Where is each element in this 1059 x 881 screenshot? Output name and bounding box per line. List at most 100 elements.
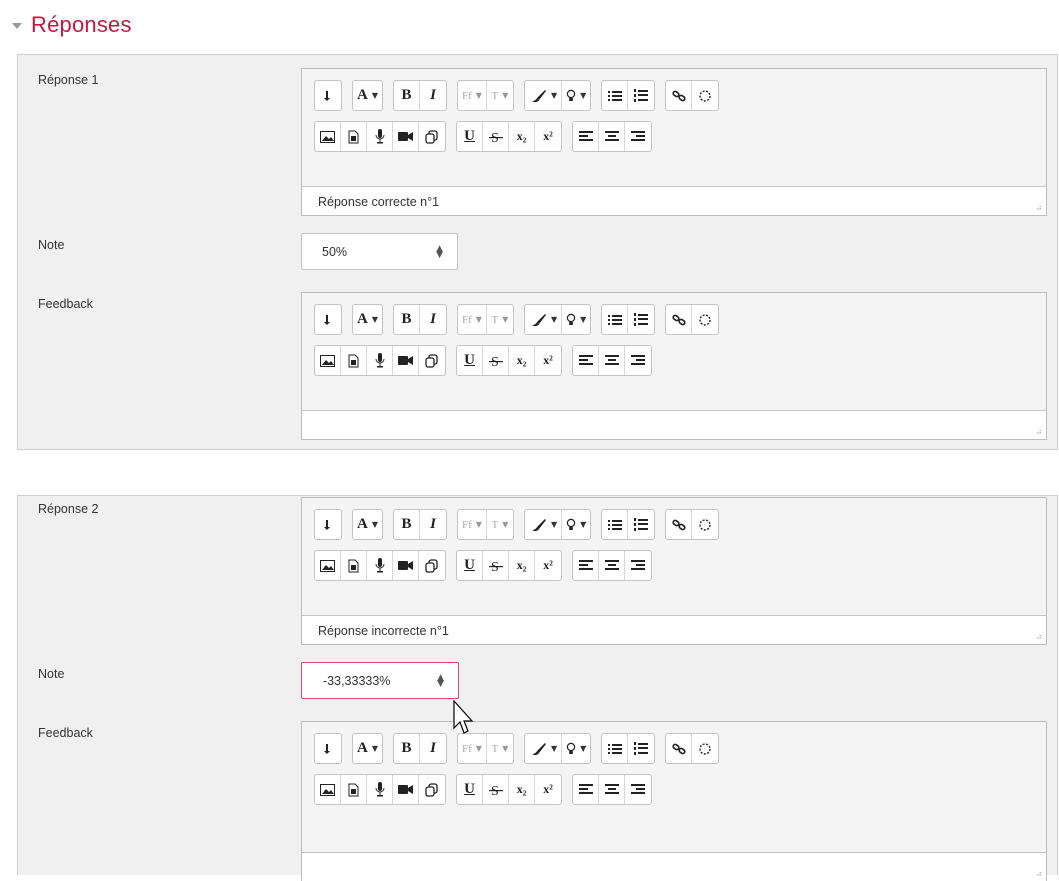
- superscript-button[interactable]: x²: [535, 775, 561, 804]
- bold-button[interactable]: B: [394, 734, 420, 763]
- media-icon[interactable]: [341, 346, 367, 375]
- style-brush-icon[interactable]: ▼: [525, 734, 563, 763]
- strikethrough-icon[interactable]: S: [483, 346, 509, 375]
- align-center-icon[interactable]: [599, 551, 625, 580]
- style-brush-icon[interactable]: ▼: [525, 81, 563, 110]
- strikethrough-icon[interactable]: S: [483, 775, 509, 804]
- resize-grip-icon[interactable]: ⠴: [1036, 869, 1042, 878]
- image-icon[interactable]: [315, 346, 341, 375]
- superscript-button[interactable]: x²: [535, 551, 561, 580]
- feedback-text-area[interactable]: ⠴: [302, 852, 1046, 881]
- manage-files-icon[interactable]: [419, 122, 445, 151]
- unlink-icon[interactable]: [692, 510, 718, 539]
- underline-button[interactable]: U: [457, 346, 483, 375]
- bulb-icon[interactable]: ▼: [562, 305, 590, 334]
- align-center-icon[interactable]: [599, 775, 625, 804]
- show-more-buttons-icon[interactable]: [315, 734, 341, 763]
- ordered-list-icon[interactable]: [628, 81, 654, 110]
- manage-files-icon[interactable]: [419, 551, 445, 580]
- answer-text-area[interactable]: Réponse correcte n°1 ⠴: [302, 186, 1046, 215]
- align-center-icon[interactable]: [599, 122, 625, 151]
- media-icon[interactable]: [341, 775, 367, 804]
- unlink-icon[interactable]: [692, 81, 718, 110]
- media-icon[interactable]: [341, 122, 367, 151]
- grade-select[interactable]: 50% ▲ ▼: [301, 233, 458, 270]
- style-brush-icon[interactable]: ▼: [525, 305, 563, 334]
- image-icon[interactable]: [315, 122, 341, 151]
- feedback-text-area[interactable]: ⠴: [302, 410, 1046, 439]
- video-icon[interactable]: [393, 346, 419, 375]
- microphone-icon[interactable]: [367, 551, 393, 580]
- feedback-editor[interactable]: A ▼ B I Ff ▼ T ▼ ▼ ▼ U Sx₂ x² ⠴: [301, 292, 1047, 440]
- align-left-icon[interactable]: [573, 551, 599, 580]
- font-color-button[interactable]: A ▼: [353, 734, 382, 763]
- font-family-button[interactable]: Ff ▼: [458, 81, 487, 110]
- subscript-button[interactable]: x₂: [509, 122, 535, 151]
- link-icon[interactable]: [666, 734, 693, 763]
- bold-button[interactable]: B: [394, 510, 420, 539]
- manage-files-icon[interactable]: [419, 775, 445, 804]
- link-icon[interactable]: [666, 510, 693, 539]
- show-more-buttons-icon[interactable]: [315, 510, 341, 539]
- ordered-list-icon[interactable]: [628, 734, 654, 763]
- unlink-icon[interactable]: [692, 734, 718, 763]
- link-icon[interactable]: [666, 81, 693, 110]
- video-icon[interactable]: [393, 551, 419, 580]
- align-left-icon[interactable]: [573, 122, 599, 151]
- font-family-button[interactable]: Ff ▼: [458, 510, 487, 539]
- italic-button[interactable]: I: [420, 734, 446, 763]
- align-right-icon[interactable]: [625, 122, 651, 151]
- strikethrough-icon[interactable]: S: [483, 551, 509, 580]
- microphone-icon[interactable]: [367, 122, 393, 151]
- subscript-button[interactable]: x₂: [509, 775, 535, 804]
- font-size-button[interactable]: T ▼: [487, 305, 513, 334]
- bulb-icon[interactable]: ▼: [562, 510, 590, 539]
- align-left-icon[interactable]: [573, 775, 599, 804]
- style-brush-icon[interactable]: ▼: [525, 510, 563, 539]
- font-size-button[interactable]: T ▼: [487, 510, 513, 539]
- superscript-button[interactable]: x²: [535, 346, 561, 375]
- grade-select[interactable]: -33,33333% ▲ ▼: [301, 662, 459, 699]
- font-size-button[interactable]: T ▼: [487, 81, 513, 110]
- resize-grip-icon[interactable]: ⠴: [1036, 427, 1042, 436]
- italic-button[interactable]: I: [420, 81, 446, 110]
- ordered-list-icon[interactable]: [628, 305, 654, 334]
- subscript-button[interactable]: x₂: [509, 551, 535, 580]
- unlink-icon[interactable]: [692, 305, 718, 334]
- align-center-icon[interactable]: [599, 346, 625, 375]
- feedback-editor[interactable]: A ▼ B I Ff ▼ T ▼ ▼ ▼ U Sx₂ x² ⠴: [301, 721, 1047, 881]
- strikethrough-icon[interactable]: S: [483, 122, 509, 151]
- unordered-list-icon[interactable]: [602, 305, 629, 334]
- collapse-caret-icon[interactable]: [12, 23, 22, 29]
- font-family-button[interactable]: Ff ▼: [458, 734, 487, 763]
- unordered-list-icon[interactable]: [602, 734, 629, 763]
- align-right-icon[interactable]: [625, 775, 651, 804]
- media-icon[interactable]: [341, 551, 367, 580]
- bulb-icon[interactable]: ▼: [562, 81, 590, 110]
- link-icon[interactable]: [666, 305, 693, 334]
- resize-grip-icon[interactable]: ⠴: [1036, 632, 1042, 641]
- microphone-icon[interactable]: [367, 775, 393, 804]
- underline-button[interactable]: U: [457, 551, 483, 580]
- italic-button[interactable]: I: [420, 510, 446, 539]
- subscript-button[interactable]: x₂: [509, 346, 535, 375]
- image-icon[interactable]: [315, 551, 341, 580]
- microphone-icon[interactable]: [367, 346, 393, 375]
- unordered-list-icon[interactable]: [602, 81, 629, 110]
- font-color-button[interactable]: A ▼: [353, 510, 382, 539]
- unordered-list-icon[interactable]: [602, 510, 629, 539]
- video-icon[interactable]: [393, 775, 419, 804]
- align-left-icon[interactable]: [573, 346, 599, 375]
- bold-button[interactable]: B: [394, 305, 420, 334]
- section-header[interactable]: Réponses: [12, 12, 132, 38]
- font-size-button[interactable]: T ▼: [487, 734, 513, 763]
- bulb-icon[interactable]: ▼: [562, 734, 590, 763]
- manage-files-icon[interactable]: [419, 346, 445, 375]
- font-color-button[interactable]: A ▼: [353, 81, 382, 110]
- underline-button[interactable]: U: [457, 122, 483, 151]
- font-color-button[interactable]: A ▼: [353, 305, 382, 334]
- superscript-button[interactable]: x²: [535, 122, 561, 151]
- ordered-list-icon[interactable]: [628, 510, 654, 539]
- italic-button[interactable]: I: [420, 305, 446, 334]
- show-more-buttons-icon[interactable]: [315, 305, 341, 334]
